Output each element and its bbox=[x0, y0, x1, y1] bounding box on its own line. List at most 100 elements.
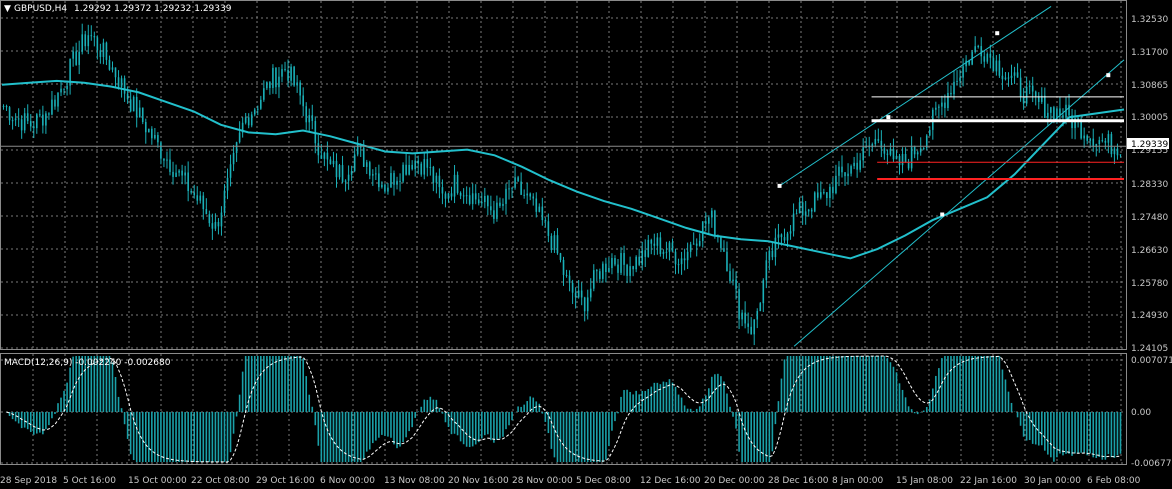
candle-body bbox=[368, 162, 371, 176]
candle-body bbox=[632, 266, 634, 270]
candle-body bbox=[1116, 148, 1119, 156]
candle-body bbox=[898, 155, 901, 166]
candle-body bbox=[617, 264, 619, 273]
candle-body bbox=[729, 271, 731, 282]
candle-body bbox=[411, 164, 413, 170]
candle-body bbox=[29, 121, 32, 127]
candle-body bbox=[992, 57, 995, 72]
candle-body bbox=[919, 148, 922, 153]
candle-body bbox=[284, 69, 286, 71]
candle-body bbox=[838, 166, 840, 176]
candle-body bbox=[365, 162, 368, 167]
candle-body bbox=[120, 78, 123, 87]
anchor-point bbox=[995, 31, 1000, 36]
candle-body bbox=[390, 173, 392, 188]
candle-body bbox=[496, 202, 498, 219]
macd-tick: 0.00 bbox=[1131, 408, 1151, 418]
chart-menu-arrow-icon[interactable]: ▼ bbox=[4, 4, 11, 14]
candle-body bbox=[620, 253, 622, 273]
candle-body bbox=[523, 194, 525, 196]
price-chart[interactable]: ▼ GBPUSD,H4 1.29292 1.29372 1.29232 1.29… bbox=[0, 0, 1172, 489]
macd-axis: 0.007071 0.00 -0.006772 bbox=[1131, 356, 1172, 469]
candle-body bbox=[1062, 115, 1064, 118]
candle-body bbox=[453, 174, 456, 197]
candle-body bbox=[856, 162, 858, 170]
candle-body bbox=[735, 279, 737, 290]
time-tick: 15 Oct 00:00 bbox=[128, 476, 187, 486]
candle-body bbox=[859, 160, 861, 170]
candle-body bbox=[132, 96, 135, 112]
candle-body bbox=[704, 221, 707, 224]
candle-body bbox=[302, 95, 304, 107]
candle-body bbox=[172, 171, 174, 177]
candle-body bbox=[1089, 138, 1092, 141]
candle-body bbox=[629, 266, 631, 276]
candle-body bbox=[686, 251, 689, 261]
candle-body bbox=[78, 51, 80, 65]
price-tick: 1.25780 bbox=[1131, 279, 1168, 289]
candle-body bbox=[832, 186, 834, 194]
candle-body bbox=[471, 193, 474, 204]
candle-body bbox=[1080, 120, 1082, 139]
candle-body bbox=[562, 259, 565, 275]
candle-body bbox=[338, 165, 341, 178]
candle-body bbox=[417, 160, 420, 164]
candle-body bbox=[638, 256, 640, 265]
price-tick: 1.24930 bbox=[1131, 311, 1168, 321]
candle-body bbox=[26, 113, 29, 122]
candle-body bbox=[32, 126, 35, 129]
candle-body bbox=[296, 82, 298, 86]
candle-body bbox=[238, 132, 241, 143]
price-tick: 1.30865 bbox=[1131, 81, 1168, 91]
candle-body bbox=[644, 250, 647, 257]
candle-body bbox=[293, 66, 295, 86]
candle-body bbox=[714, 210, 716, 237]
price-tick: 1.24105 bbox=[1131, 344, 1168, 354]
candle-body bbox=[611, 258, 613, 269]
candle-body bbox=[266, 82, 268, 89]
candle-body bbox=[626, 264, 628, 276]
candle-body bbox=[169, 159, 171, 172]
candle-body bbox=[378, 173, 380, 188]
candle-body bbox=[493, 210, 495, 219]
candle-body bbox=[1016, 72, 1019, 78]
candle-body bbox=[226, 177, 229, 191]
candle-body bbox=[54, 99, 56, 107]
time-tick: 22 Oct 08:00 bbox=[191, 476, 250, 486]
candle-body bbox=[765, 260, 768, 281]
candle-body bbox=[490, 206, 492, 211]
candle-body bbox=[123, 78, 126, 94]
candle-body bbox=[247, 117, 250, 126]
candle-body bbox=[75, 51, 77, 65]
time-tick: 8 Jan 00:00 bbox=[832, 476, 884, 486]
candle-body bbox=[913, 145, 916, 155]
candle-body bbox=[205, 209, 208, 215]
candle-body bbox=[647, 239, 650, 257]
candle-body bbox=[462, 195, 465, 197]
candle-body bbox=[759, 303, 762, 312]
candle-body bbox=[499, 202, 501, 206]
candle-body bbox=[517, 177, 519, 182]
candle-body bbox=[874, 138, 877, 145]
candle-body bbox=[81, 34, 84, 52]
candle-body bbox=[1044, 95, 1046, 118]
candle-body bbox=[1022, 97, 1025, 104]
candle-body bbox=[11, 120, 14, 122]
candle-body bbox=[662, 251, 665, 254]
candle-body bbox=[372, 174, 374, 176]
candle-body bbox=[326, 152, 329, 160]
candle-body bbox=[232, 152, 235, 165]
candle-body bbox=[256, 108, 259, 110]
candle-body bbox=[1107, 134, 1110, 143]
candle-body bbox=[441, 187, 444, 194]
candle-body bbox=[732, 279, 734, 282]
candle-body bbox=[350, 171, 353, 175]
candle-body bbox=[804, 211, 807, 216]
candle-body bbox=[577, 290, 580, 298]
candle-body bbox=[695, 243, 698, 246]
candle-body bbox=[974, 46, 976, 53]
candle-body bbox=[674, 251, 677, 265]
candle-body bbox=[187, 172, 189, 192]
candle-body bbox=[547, 221, 550, 236]
candle-body bbox=[653, 243, 656, 246]
